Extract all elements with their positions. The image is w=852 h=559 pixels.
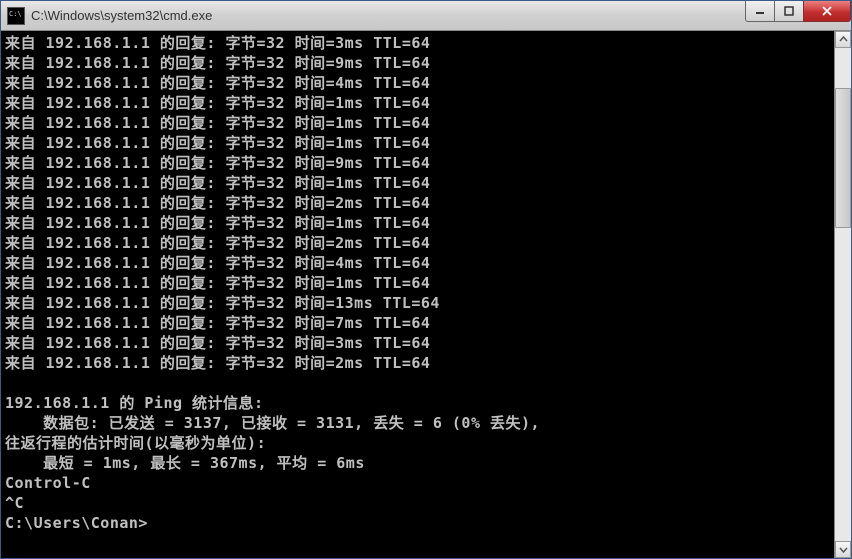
cmd-window: C:\Windows\system32\cmd.exe 来自 192.168.1… xyxy=(0,0,852,559)
close-icon xyxy=(821,6,833,16)
vertical-scrollbar[interactable] xyxy=(834,31,851,558)
scroll-down-button[interactable] xyxy=(835,541,851,558)
scrollbar-track[interactable] xyxy=(835,48,851,541)
window-controls xyxy=(746,1,851,22)
minimize-icon xyxy=(755,6,765,16)
scroll-up-button[interactable] xyxy=(835,31,851,48)
chevron-down-icon xyxy=(839,545,848,554)
chevron-up-icon xyxy=(839,35,848,44)
minimize-button[interactable] xyxy=(745,1,775,22)
maximize-button[interactable] xyxy=(774,1,804,22)
scrollbar-thumb[interactable] xyxy=(835,88,851,228)
window-title: C:\Windows\system32\cmd.exe xyxy=(31,8,746,23)
titlebar[interactable]: C:\Windows\system32\cmd.exe xyxy=(1,1,851,31)
cmd-icon xyxy=(7,7,25,25)
maximize-icon xyxy=(784,6,794,16)
console-output[interactable]: 来自 192.168.1.1 的回复: 字节=32 时间=3ms TTL=64 … xyxy=(1,31,834,558)
console-area: 来自 192.168.1.1 的回复: 字节=32 时间=3ms TTL=64 … xyxy=(1,31,851,558)
close-button[interactable] xyxy=(803,1,851,22)
